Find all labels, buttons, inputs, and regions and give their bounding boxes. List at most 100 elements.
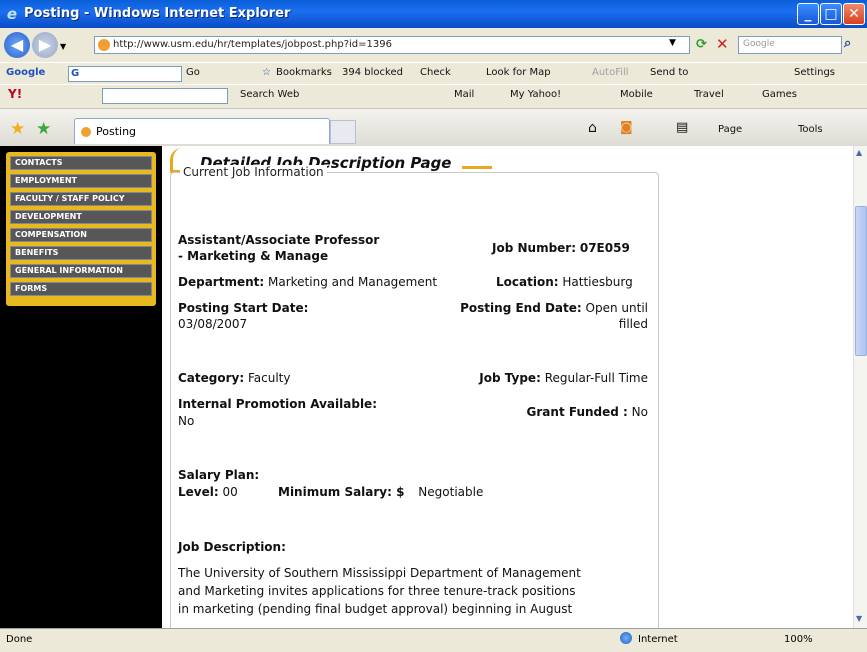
g-menu[interactable]: G bbox=[71, 68, 79, 79]
address-url[interactable]: http://www.usm.edu/hr/templates/jobpost.… bbox=[113, 39, 392, 50]
vertical-scrollbar[interactable]: ▲ ▼ bbox=[853, 146, 867, 628]
posting-end-value-line2: filled bbox=[618, 317, 648, 331]
mobile-button[interactable]: Mobile bbox=[620, 89, 653, 100]
google-toolbar: Google G Go ☆ Bookmarks 394 blocked Chec… bbox=[0, 62, 867, 85]
address-bar[interactable]: http://www.usm.edu/hr/templates/jobpost.… bbox=[94, 36, 690, 54]
sidebar-item-forms[interactable]: FORMS bbox=[10, 282, 152, 296]
search-icon[interactable]: ⌕ bbox=[844, 36, 851, 51]
posting-end: Posting End Date: Open until bbox=[432, 301, 648, 315]
page-icon bbox=[81, 127, 91, 137]
close-button[interactable]: ✕ bbox=[843, 3, 865, 25]
internal-promotion-value: No bbox=[178, 414, 195, 428]
autofill-button[interactable]: AutoFill bbox=[592, 67, 629, 78]
print-icon[interactable]: ▤ bbox=[676, 120, 688, 135]
job-description-line: in marketing (pending final budget appro… bbox=[178, 602, 573, 616]
address-row: ◀ ▶ ▼ http://www.usm.edu/hr/templates/jo… bbox=[0, 28, 867, 62]
maximize-button[interactable]: □ bbox=[820, 3, 842, 25]
zoom-level[interactable]: 100% bbox=[784, 634, 813, 645]
google-search-input[interactable]: G bbox=[68, 66, 182, 82]
forward-button[interactable]: ▶ bbox=[32, 32, 58, 58]
scroll-down-icon[interactable]: ▼ bbox=[856, 614, 862, 623]
yahoo-toolbar: Y! Search Web Mail My Yahoo! Mobile Trav… bbox=[0, 84, 867, 107]
look-for-map-button[interactable]: Look for Map bbox=[486, 67, 551, 78]
chevron-down-icon[interactable]: ▼ bbox=[669, 38, 676, 48]
location-label: Location: bbox=[496, 275, 559, 289]
yahoo-search-input[interactable] bbox=[102, 88, 228, 104]
posting-end-label: Posting End Date: bbox=[460, 301, 582, 315]
scroll-up-icon[interactable]: ▲ bbox=[856, 148, 862, 157]
category-value: Faculty bbox=[247, 371, 291, 385]
title-bar: e Posting - Windows Internet Explorer _ … bbox=[0, 0, 867, 28]
sidebar-item-development[interactable]: DEVELOPMENT bbox=[10, 210, 152, 224]
job-number-value: 07E059 bbox=[579, 241, 630, 255]
job-description-line: and Marketing invites applications for t… bbox=[178, 584, 576, 598]
department-value: Marketing and Management bbox=[268, 275, 438, 289]
send-to-button[interactable]: Send to bbox=[650, 67, 688, 78]
category-label: Category: bbox=[178, 371, 245, 385]
mail-button[interactable]: Mail bbox=[454, 89, 474, 100]
job-number-label: Job Number: bbox=[492, 241, 577, 255]
sidebar-item-benefits[interactable]: BENEFITS bbox=[10, 246, 152, 260]
add-favorite-icon[interactable]: ★ bbox=[36, 119, 51, 139]
department-label: Department: bbox=[178, 275, 265, 289]
internet-zone-icon bbox=[620, 632, 632, 644]
new-tab-button[interactable] bbox=[330, 120, 356, 144]
sidebar-menu: CONTACTS EMPLOYMENT FACULTY / STAFF POLI… bbox=[6, 152, 156, 306]
sidebar-item-compensation[interactable]: COMPENSATION bbox=[10, 228, 152, 242]
tools-menu[interactable]: Tools bbox=[798, 124, 823, 135]
tab-posting[interactable]: Posting bbox=[74, 118, 330, 144]
page-icon bbox=[98, 39, 110, 51]
posting-start-label: Posting Start Date: bbox=[178, 301, 309, 315]
sidebar-item-contacts[interactable]: CONTACTS bbox=[10, 156, 152, 170]
back-button[interactable]: ◀ bbox=[4, 32, 30, 58]
travel-button[interactable]: Travel bbox=[694, 89, 724, 100]
sidebar-item-faculty-staff-policy[interactable]: FACULTY / STAFF POLICY bbox=[10, 192, 152, 206]
page-menu[interactable]: Page bbox=[718, 124, 742, 135]
sidebar: CONTACTS EMPLOYMENT FACULTY / STAFF POLI… bbox=[0, 146, 162, 628]
window-title: Posting - Windows Internet Explorer bbox=[24, 6, 291, 21]
minimum-salary: Minimum Salary: $ Negotiable bbox=[278, 485, 483, 499]
min-salary-label: Minimum Salary: $ bbox=[278, 485, 405, 499]
job-description-line: The University of Southern Mississippi D… bbox=[178, 566, 581, 580]
my-yahoo-button[interactable]: My Yahoo! bbox=[510, 89, 561, 100]
salary-plan-label: Salary Plan: bbox=[178, 468, 260, 482]
level-label: Level: bbox=[178, 485, 219, 499]
sidebar-item-general-information[interactable]: GENERAL INFORMATION bbox=[10, 264, 152, 278]
history-dropdown-icon[interactable]: ▼ bbox=[60, 42, 66, 51]
posting-start-value: 03/08/2007 bbox=[178, 317, 248, 331]
status-text: Done bbox=[6, 634, 33, 645]
category: Category: Faculty bbox=[178, 371, 290, 385]
refresh-icon[interactable]: ⟳ bbox=[696, 37, 707, 52]
games-button[interactable]: Games bbox=[762, 89, 797, 100]
google-toolbar-brand[interactable]: Google bbox=[6, 67, 45, 78]
status-bar: Done Internet 100% bbox=[0, 628, 867, 652]
department: Department: Marketing and Management bbox=[178, 275, 437, 289]
popup-blocker[interactable]: 394 blocked bbox=[342, 67, 403, 78]
tab-row: ★ ★ Posting ⌂ ◙ ▤ Page Tools bbox=[0, 108, 867, 148]
feeds-icon[interactable]: ◙ bbox=[620, 120, 633, 135]
settings-button[interactable]: Settings bbox=[794, 67, 835, 78]
bookmarks-button[interactable]: Bookmarks bbox=[276, 67, 332, 78]
stop-icon[interactable]: ✕ bbox=[716, 35, 729, 53]
scroll-thumb[interactable] bbox=[855, 206, 867, 356]
sidebar-item-employment[interactable]: EMPLOYMENT bbox=[10, 174, 152, 188]
home-icon[interactable]: ⌂ bbox=[588, 120, 597, 136]
check-button[interactable]: Check bbox=[420, 67, 451, 78]
job-title-line2: - Marketing & Manage bbox=[178, 249, 329, 263]
search-input[interactable]: Google bbox=[738, 36, 842, 54]
location: Location: Hattiesburg bbox=[496, 275, 633, 289]
fieldset-legend: Current Job Information bbox=[180, 165, 327, 179]
job-type-label: Job Type: bbox=[479, 371, 541, 385]
favorites-star-icon[interactable]: ★ bbox=[10, 119, 25, 139]
yahoo-logo[interactable]: Y! bbox=[8, 87, 22, 101]
heading-underline bbox=[462, 166, 492, 169]
minimize-button[interactable]: _ bbox=[797, 3, 819, 25]
posting-end-value: Open until bbox=[585, 301, 648, 315]
security-zone: Internet bbox=[638, 634, 678, 645]
location-value: Hattiesburg bbox=[562, 275, 633, 289]
google-go-button[interactable]: Go bbox=[186, 67, 200, 78]
grant-funded-value: No bbox=[631, 405, 648, 419]
ie-logo-icon: e bbox=[6, 5, 18, 23]
min-salary-value: Negotiable bbox=[418, 485, 484, 499]
search-web-button[interactable]: Search Web bbox=[240, 89, 299, 100]
